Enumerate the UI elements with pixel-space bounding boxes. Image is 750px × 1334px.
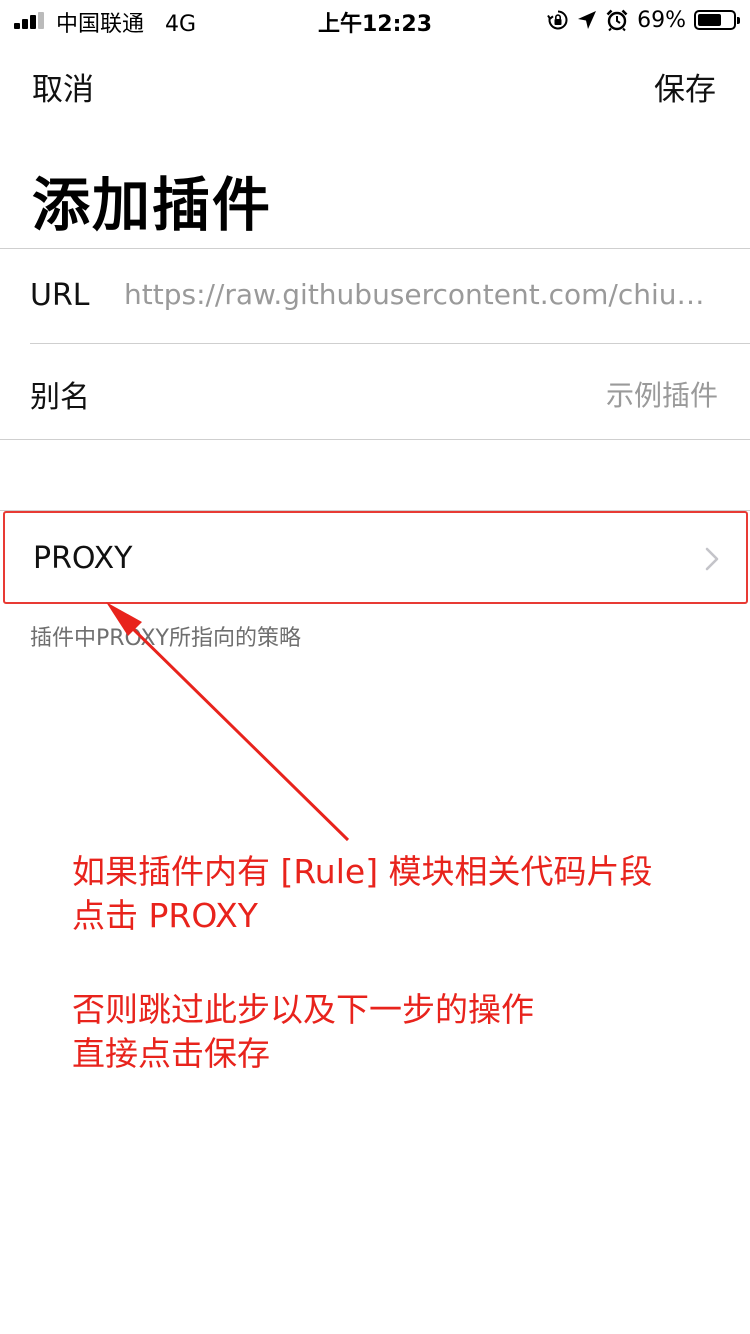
divider (0, 439, 750, 440)
save-button[interactable]: 保存 (654, 64, 716, 109)
proxy-hint: 插件中PROXY所指向的策略 (30, 626, 301, 651)
annotation-line-1: 如果插件内有 [Rule] 模块相关代码片段 (72, 852, 653, 891)
url-field[interactable]: https://raw.githubusercontent.com/chiupa… (124, 278, 720, 311)
url-label: URL (30, 278, 90, 313)
cancel-button[interactable]: 取消 (32, 64, 94, 109)
annotation-line-3: 否则跳过此步以及下一步的操作 (72, 990, 534, 1029)
status-right-group: 69% (547, 6, 740, 34)
divider (30, 343, 750, 344)
page-title: 添加插件 (32, 171, 273, 239)
chevron-right-icon (705, 547, 719, 571)
orientation-lock-icon (547, 10, 568, 30)
location-icon (578, 11, 597, 29)
proxy-label: PROXY (33, 541, 133, 576)
alias-field[interactable]: 示例插件 (606, 374, 718, 414)
battery-nub (737, 17, 740, 24)
battery-icon (694, 10, 740, 30)
alarm-icon (606, 9, 628, 32)
battery-percent: 69% (637, 7, 686, 33)
status-bar: 中国联通 4G 上午12:23 69% (0, 0, 750, 40)
battery-fill (698, 14, 721, 26)
divider (0, 248, 750, 249)
annotation-line-4: 直接点击保存 (72, 1034, 270, 1073)
proxy-row[interactable]: PROXY (3, 511, 748, 604)
alias-label: 别名 (30, 380, 90, 415)
annotation-line-2: 点击 PROXY (72, 896, 258, 935)
